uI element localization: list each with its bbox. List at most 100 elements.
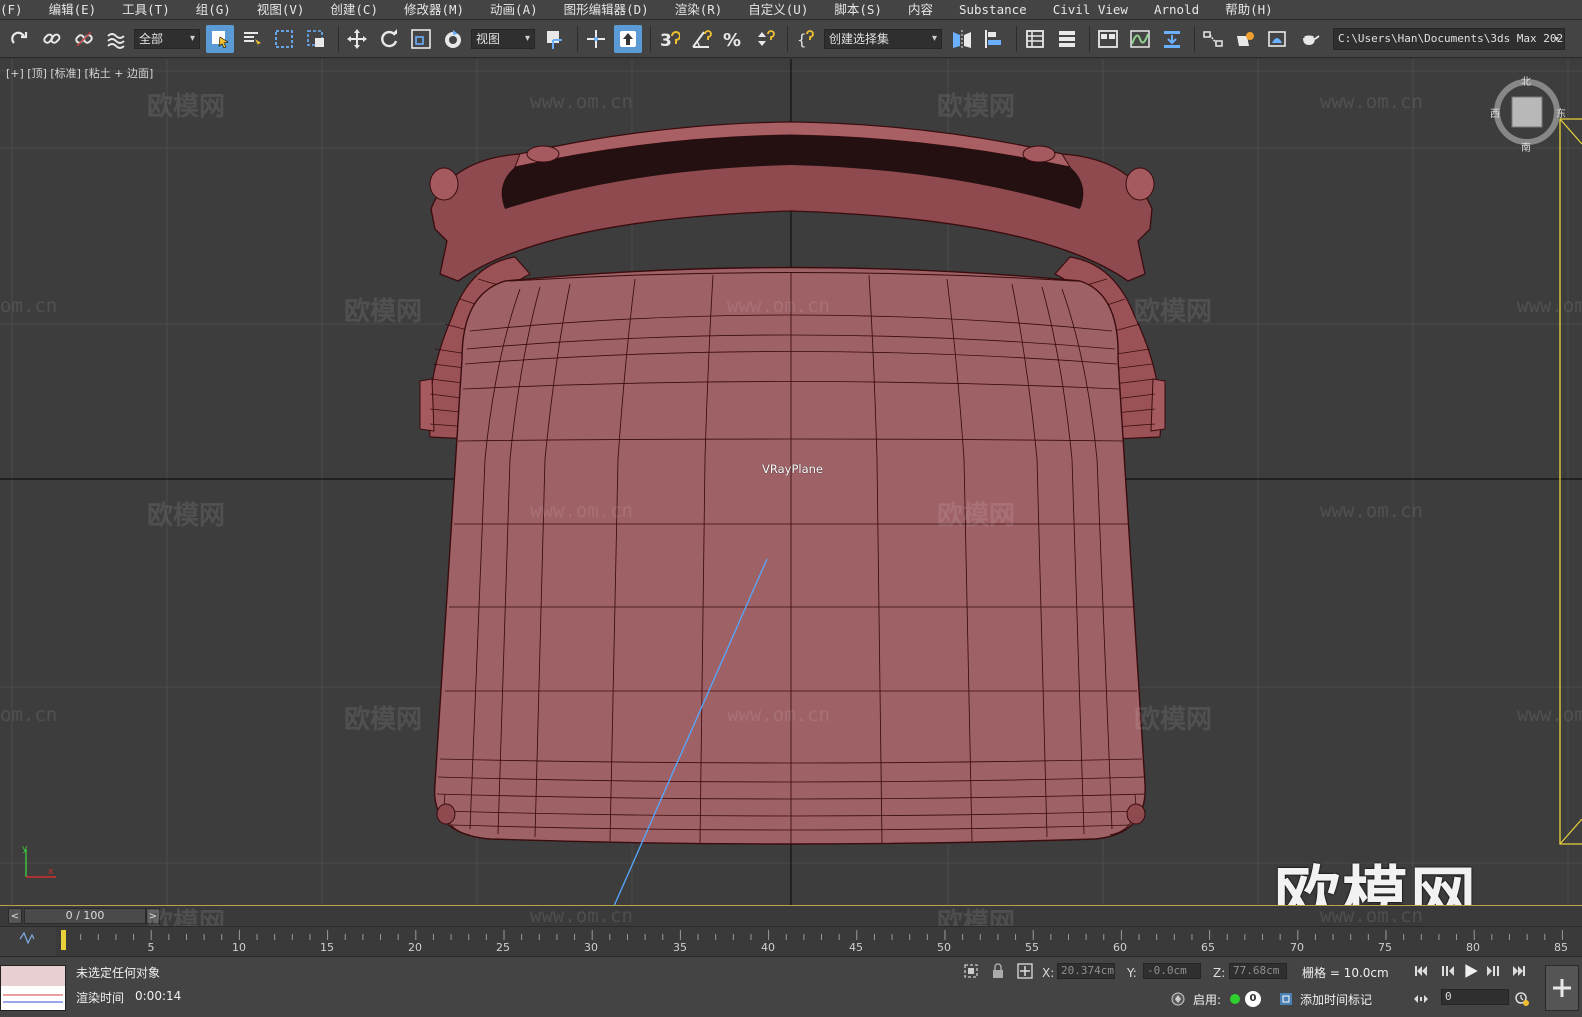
menu-help[interactable]: 帮助(H) [1213, 0, 1287, 20]
menu-graph-editors[interactable]: 图形编辑器(D) [552, 0, 663, 20]
track-tick-label: 80 [1466, 941, 1480, 954]
rendered-frame-window-button[interactable] [1263, 25, 1291, 53]
menu-rendering[interactable]: 渲染(R) [663, 0, 737, 20]
watermark-url: www.om.cn [530, 91, 633, 113]
menu-arnold[interactable]: Arnold [1142, 0, 1213, 20]
rotate-button[interactable] [375, 25, 403, 53]
ribbon-icon [1098, 29, 1118, 48]
pivot-center-button[interactable] [541, 25, 569, 53]
isolate-selection-icon[interactable] [963, 963, 979, 979]
menu-civil-view[interactable]: Civil View [1041, 0, 1142, 20]
add-time-tag[interactable]: 添加时间标记 [1300, 991, 1372, 1008]
viewcube-south-label[interactable]: 南 [1521, 139, 1531, 154]
layer-explorer-button[interactable] [1053, 25, 1081, 53]
spinner-snap-button[interactable] [751, 25, 779, 53]
viewcube-west-label[interactable]: 西 [1490, 105, 1500, 120]
selection-filter-dropdown[interactable]: 全部 [134, 28, 200, 49]
scale-button[interactable] [407, 25, 435, 53]
curve-editor-button[interactable] [1126, 25, 1154, 53]
link-button[interactable] [38, 25, 66, 53]
track-tick-label: 5 [147, 941, 155, 954]
place-button[interactable] [439, 25, 467, 53]
menu-customize[interactable]: 自定义(U) [736, 0, 822, 20]
next-frame-icon[interactable] [1486, 963, 1502, 979]
edit-named-selection-button[interactable]: { [792, 25, 820, 53]
watermark-url: www.om.cn [1517, 295, 1582, 317]
select-manipulate-button[interactable] [582, 25, 610, 53]
select-object-button[interactable] [206, 24, 234, 53]
track-tick-label: 10 [232, 941, 246, 954]
x-coordinate-field[interactable]: 20.374cm [1057, 963, 1115, 979]
play-icon[interactable] [1462, 962, 1480, 980]
time-slider-prev-button[interactable]: < [8, 908, 22, 924]
previous-frame-icon[interactable] [1439, 963, 1455, 979]
go-to-end-icon[interactable] [1511, 963, 1527, 979]
viewport-top[interactable]: y x [+] [顶] [标准] [粘土 + 边面] 北 西 东 南 欧模网 w… [0, 59, 1582, 906]
place-icon [445, 29, 461, 48]
render-production-button[interactable] [1295, 25, 1323, 53]
angle-snap-button[interactable] [687, 25, 715, 53]
redo-button[interactable] [6, 25, 34, 53]
mirror-button[interactable] [948, 25, 976, 53]
key-mode-toggle-icon[interactable] [1413, 991, 1429, 1007]
align-button[interactable] [980, 25, 1008, 53]
snaps-toggle-button[interactable]: 3 [655, 25, 683, 53]
toggle-ribbon-button[interactable] [1094, 25, 1122, 53]
menu-file[interactable]: (F) [0, 0, 37, 20]
adaptive-degradation-icon[interactable] [1170, 991, 1186, 1007]
time-tag-icon[interactable] [1278, 991, 1294, 1007]
menu-substance[interactable]: Substance [947, 0, 1041, 20]
menu-group[interactable]: 组(G) [184, 0, 245, 20]
watermark: 欧模网 [1134, 705, 1213, 735]
viewport-label[interactable]: [+] [顶] [标准] [粘土 + 边面] [6, 65, 153, 81]
track-tick-label: 50 [937, 941, 951, 954]
go-to-start-icon[interactable] [1413, 963, 1429, 979]
move-button[interactable] [343, 25, 371, 53]
enable-count-badge[interactable]: 0 [1245, 991, 1261, 1007]
menu-tools[interactable]: 工具(T) [110, 0, 184, 20]
menu-animation[interactable]: 动画(A) [478, 0, 552, 20]
project-path-field[interactable]: C:\Users\Han\Documents\3ds Max 2022 [1333, 27, 1565, 50]
menu-scripting[interactable]: 脚本(S) [822, 0, 896, 20]
viewcube-face[interactable] [1512, 97, 1542, 127]
track-tick-label: 15 [320, 941, 334, 954]
current-frame-field[interactable]: 0 [1441, 989, 1509, 1005]
time-configuration-icon[interactable] [1514, 991, 1530, 1007]
y-coordinate-field[interactable]: -0.0cm [1143, 963, 1201, 979]
menu-edit[interactable]: 编辑(E) [37, 0, 111, 20]
viewcube-east-label[interactable]: 东 [1556, 105, 1566, 120]
menu-create[interactable]: 创建(C) [318, 0, 392, 20]
maxscript-listener-mini[interactable] [0, 965, 66, 1011]
link-icon [43, 33, 61, 44]
absolute-mode-icon[interactable] [1017, 963, 1033, 979]
bind-space-warp-button[interactable] [102, 25, 130, 53]
menu-modifiers[interactable]: 修改器(M) [392, 0, 478, 20]
material-editor-button[interactable] [1199, 25, 1227, 53]
track-bar[interactable]: 5 10 15 20 25 30 35 40 45 50 55 60 65 70… [0, 926, 1582, 957]
menu-content[interactable]: 内容 [896, 0, 947, 20]
viewport-nav-pan-button[interactable] [1545, 965, 1579, 1011]
track-tick-label: 35 [673, 941, 687, 954]
scale-icon [411, 28, 431, 49]
render-setup-icon [1237, 31, 1254, 46]
named-selection-icon: { [797, 29, 814, 49]
named-selection-set-dropdown[interactable]: 创建选择集 [824, 28, 942, 49]
brand-watermark: 欧模网 [1274, 859, 1478, 906]
z-coordinate-field[interactable]: 77.68cm [1229, 963, 1287, 979]
window-crossing-icon [307, 29, 324, 47]
percent-snap-button[interactable]: % [719, 25, 747, 53]
menu-views[interactable]: 视图(V) [245, 0, 319, 20]
reference-coordinate-dropdown[interactable]: 视图 [471, 28, 535, 49]
lock-selection-icon[interactable] [990, 963, 1006, 979]
viewcube-north-label[interactable]: 北 [1521, 73, 1531, 88]
unlink-button[interactable] [70, 25, 98, 53]
window-crossing-button[interactable] [302, 25, 330, 53]
schematic-view-button[interactable] [1158, 25, 1186, 53]
keyboard-shortcut-override-button[interactable] [614, 24, 642, 53]
rect-selection-button[interactable] [270, 25, 298, 53]
scene-explorer-button[interactable] [1021, 25, 1049, 53]
render-setup-button[interactable] [1231, 25, 1259, 53]
grid-spacing: 栅格 = 10.0cm [1302, 966, 1389, 980]
select-by-name-button[interactable] [238, 25, 266, 53]
time-slider-thumb[interactable]: 0 / 100 [24, 908, 146, 924]
